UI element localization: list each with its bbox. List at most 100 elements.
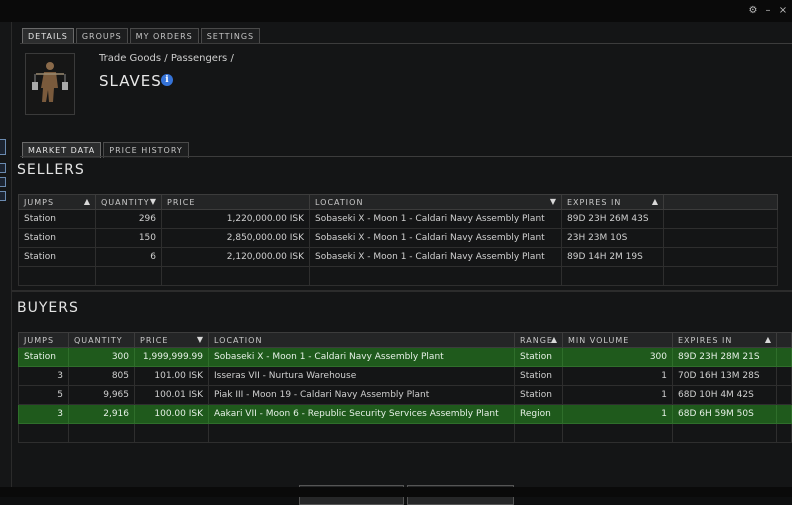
sort-up-icon: ▲	[651, 197, 659, 206]
cell-range: Region	[514, 404, 563, 424]
cell-spacer	[663, 247, 778, 267]
column-header-jumps[interactable]: Jumps ▲	[18, 194, 96, 210]
cell-jumps: Station	[18, 209, 96, 229]
column-header-location[interactable]: Location ▼	[309, 194, 562, 210]
cell-price: 100.00 ISK	[134, 404, 209, 424]
column-label: Jumps	[24, 335, 55, 345]
cell-quantity: 9,965	[68, 385, 135, 405]
column-header-expires[interactable]: Expires In ▲	[561, 194, 664, 210]
cell-jumps: 5	[18, 385, 69, 405]
cell-expires: 70D 16H 13M 28S	[672, 366, 777, 386]
column-header-location[interactable]: Location	[208, 332, 515, 348]
window-controls: ⚙ – ×	[748, 5, 788, 17]
column-header-quantity[interactable]: Quantity ▼	[95, 194, 162, 210]
cell-spacer	[663, 228, 778, 248]
cell-location: Sobaseki X - Moon 1 - Caldari Navy Assem…	[208, 347, 515, 367]
table-row[interactable]: Station 296 1,220,000.00 ISK Sobaseki X …	[18, 209, 778, 229]
column-label: Min Volume	[568, 335, 630, 345]
cell-location: Sobaseki X - Moon 1 - Caldari Navy Assem…	[309, 247, 562, 267]
sort-up-icon: ▲	[764, 335, 772, 344]
settings-icon[interactable]: ⚙	[748, 5, 758, 17]
column-label: Price	[167, 197, 196, 207]
cell-price: 100.01 ISK	[134, 385, 209, 405]
tab-my-orders[interactable]: My Orders	[129, 28, 199, 44]
column-header-jumps[interactable]: Jumps	[18, 332, 69, 348]
tab-settings[interactable]: Settings	[200, 28, 261, 44]
cell-range: Station	[514, 385, 563, 405]
table-row[interactable]: Station 150 2,850,000.00 ISK Sobaseki X …	[18, 228, 778, 248]
column-label: Jumps	[24, 197, 55, 207]
table-row[interactable]: Station 6 2,120,000.00 ISK Sobaseki X - …	[18, 247, 778, 267]
column-label: Location	[315, 197, 364, 207]
side-marker-icon	[0, 191, 6, 201]
cell-quantity: 2,916	[68, 404, 135, 424]
cell-price: 2,850,000.00 ISK	[161, 228, 310, 248]
column-header-range[interactable]: Range ▲	[514, 332, 563, 348]
column-header-price[interactable]: Price	[161, 194, 310, 210]
minimize-icon[interactable]: –	[763, 5, 773, 17]
cell-quantity: 296	[95, 209, 162, 229]
cell-spacer	[776, 366, 792, 386]
table-row[interactable]: 5 9,965 100.01 ISK Piak III - Moon 19 - …	[18, 385, 792, 405]
cell-spacer	[776, 385, 792, 405]
cell-price: 1,999,999.99	[134, 347, 209, 367]
section-divider[interactable]	[12, 290, 792, 292]
breadcrumb[interactable]: Trade Goods / Passengers /	[99, 53, 234, 64]
left-side-strip	[0, 22, 12, 497]
page-title: SLAVES	[99, 72, 162, 90]
cell-location: Piak III - Moon 19 - Caldari Navy Assemb…	[208, 385, 515, 405]
cell-quantity: 805	[68, 366, 135, 386]
cell-min-volume: 1	[562, 385, 673, 405]
info-icon[interactable]: i	[161, 74, 173, 86]
side-marker-icon	[0, 177, 6, 187]
column-header-expires[interactable]: Expires In ▲	[672, 332, 777, 348]
column-label: Range	[520, 335, 553, 345]
cell-expires: 68D 6H 59M 50S	[672, 404, 777, 424]
side-toggle-icon[interactable]	[0, 139, 6, 155]
table-row[interactable]: Station 300 1,999,999.99 Sobaseki X - Mo…	[18, 347, 792, 367]
column-label: Quantity	[74, 335, 123, 345]
main-tabs: Details Groups My Orders Settings	[22, 28, 261, 44]
cell-spacer	[776, 404, 792, 424]
empty-row	[18, 266, 778, 286]
cell-quantity: 6	[95, 247, 162, 267]
table-row[interactable]: 3 2,916 100.00 ISK Aakari VII - Moon 6 -…	[18, 404, 792, 424]
cell-expires: 68D 10H 4M 42S	[672, 385, 777, 405]
cell-jumps: 3	[18, 404, 69, 424]
cell-quantity: 150	[95, 228, 162, 248]
cell-min-volume: 300	[562, 347, 673, 367]
cell-expires: 23H 23M 10S	[561, 228, 664, 248]
cell-price: 1,220,000.00 ISK	[161, 209, 310, 229]
column-header-price[interactable]: Price ▼	[134, 332, 209, 348]
cell-jumps: Station	[18, 247, 96, 267]
close-icon[interactable]: ×	[778, 5, 788, 17]
column-label: Location	[214, 335, 263, 345]
column-label: Expires In	[567, 197, 622, 207]
item-portrait-icon[interactable]	[25, 53, 75, 115]
bottom-bar	[0, 487, 792, 497]
column-header-spacer	[776, 332, 792, 348]
cell-expires: 89D 23H 28M 21S	[672, 347, 777, 367]
column-header-spacer	[663, 194, 778, 210]
column-header-min-volume[interactable]: Min Volume	[562, 332, 673, 348]
table-header: Jumps ▲ Quantity ▼ Price Location ▼ Expires…	[18, 194, 778, 210]
sellers-table: Jumps ▲ Quantity ▼ Price Location ▼ Expires…	[18, 194, 778, 286]
cell-jumps: Station	[18, 347, 69, 367]
table-row[interactable]: 3 805 101.00 ISK Isseras VII - Nurtura W…	[18, 366, 792, 386]
cell-range: Station	[514, 366, 563, 386]
column-header-quantity[interactable]: Quantity	[68, 332, 135, 348]
cell-price: 2,120,000.00 ISK	[161, 247, 310, 267]
cell-jumps: 3	[18, 366, 69, 386]
cell-expires: 89D 14H 2M 19S	[561, 247, 664, 267]
tab-groups[interactable]: Groups	[75, 28, 128, 44]
cell-range: Station	[514, 347, 563, 367]
cell-min-volume: 1	[562, 404, 673, 424]
cell-min-volume: 1	[562, 366, 673, 386]
sort-down-icon: ▼	[149, 197, 157, 206]
side-marker-icon	[0, 163, 6, 173]
tab-divider	[20, 43, 792, 44]
sort-up-icon: ▲	[550, 335, 558, 344]
cell-location: Sobaseki X - Moon 1 - Caldari Navy Assem…	[309, 228, 562, 248]
window-title-bar: ⚙ – ×	[0, 0, 792, 23]
tab-details[interactable]: Details	[22, 28, 74, 44]
